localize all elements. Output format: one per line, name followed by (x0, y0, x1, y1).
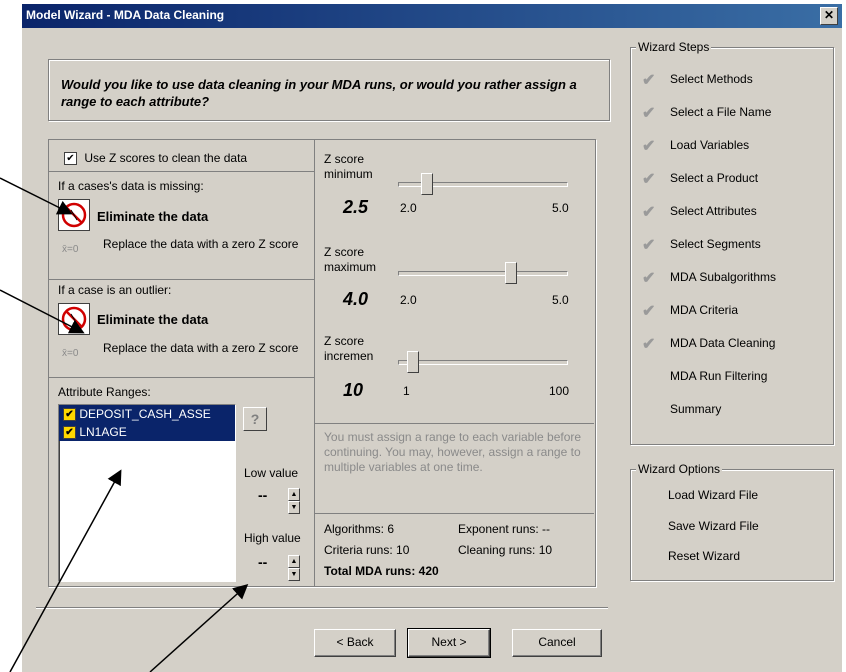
annotation-arrows (0, 177, 249, 672)
